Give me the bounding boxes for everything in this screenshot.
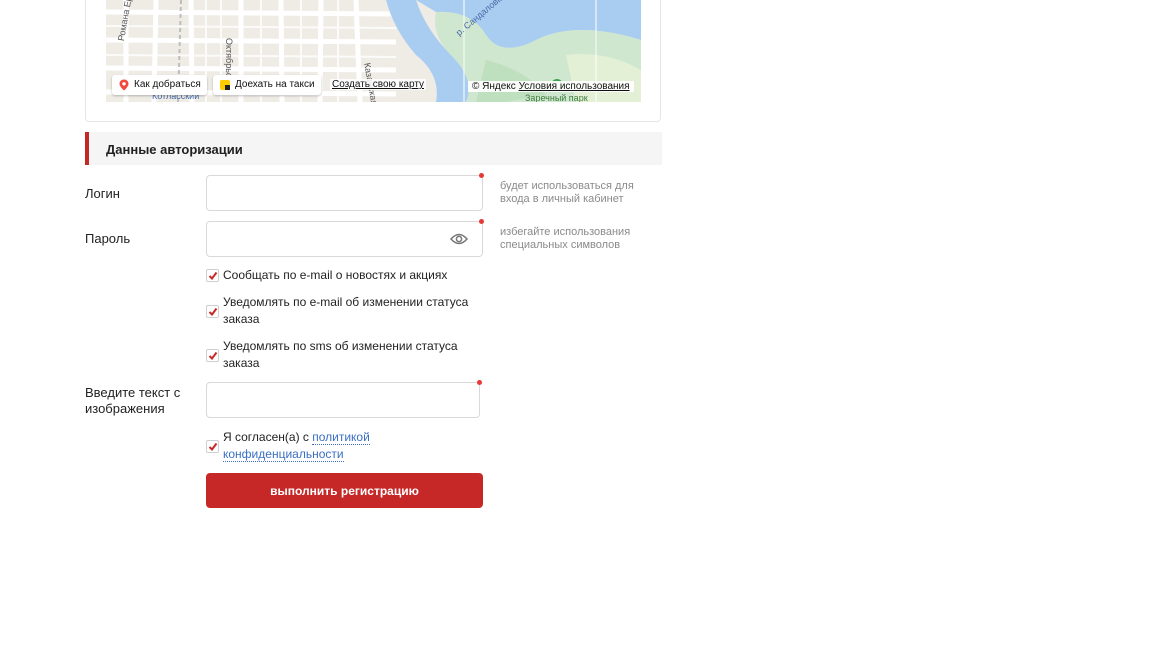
location-pin-icon: [119, 79, 129, 91]
route-button-label: Как добраться: [134, 79, 201, 90]
login-label: Логин: [85, 186, 120, 201]
password-hint: избегайте использования специальных симв…: [500, 226, 631, 251]
checkmark-icon: [208, 351, 218, 361]
login-hint: будет использоваться для входа в личный …: [500, 180, 634, 205]
terms-link[interactable]: Условия использования: [519, 81, 630, 92]
create-map-link[interactable]: Создать свою карту: [330, 79, 427, 90]
email-status-checkbox-label[interactable]: Уведомлять по e-mail об изменении статус…: [223, 294, 483, 328]
taxi-button-label: Доехать на такси: [235, 79, 315, 90]
taxi-icon: [220, 80, 230, 90]
auth-section-header: Данные авторизации: [85, 132, 662, 165]
news-checkbox[interactable]: [206, 269, 219, 282]
map-copyright: © Яндекс Условия использования: [468, 81, 634, 92]
agree-checkbox[interactable]: [206, 440, 219, 453]
checkmark-icon: [208, 307, 218, 317]
route-button[interactable]: Как добраться: [112, 75, 207, 95]
map-street-label: Заречный парк: [525, 93, 588, 102]
password-input[interactable]: [206, 221, 483, 257]
email-status-checkbox[interactable]: [206, 305, 219, 318]
required-indicator: [479, 219, 484, 224]
sms-status-checkbox-label[interactable]: Уведомлять по sms об изменении статуса з…: [223, 338, 483, 372]
show-password-icon[interactable]: [450, 232, 468, 246]
checkmark-icon: [208, 442, 218, 452]
section-title: Данные авторизации: [106, 142, 243, 157]
required-indicator: [477, 380, 482, 385]
password-label: Пароль: [85, 231, 131, 246]
required-indicator: [479, 173, 484, 178]
captcha-input[interactable]: [206, 382, 480, 418]
taxi-button[interactable]: Доехать на такси: [213, 75, 321, 95]
agree-prefix: Я согласен(а) с: [223, 430, 313, 444]
agree-text: Я согласен(а) с политикой конфиденциальн…: [223, 429, 393, 463]
checkmark-icon: [208, 271, 218, 281]
captcha-label: Введите текст с изображения: [85, 385, 181, 416]
yandex-map[interactable]: Романа Ердякова Октябрьская Котласский З…: [106, 0, 641, 102]
copyright-text: © Яндекс: [472, 81, 516, 92]
news-checkbox-label[interactable]: Сообщать по e-mail о новостях и акциях: [223, 267, 483, 284]
login-input[interactable]: [206, 175, 483, 211]
sms-status-checkbox[interactable]: [206, 349, 219, 362]
register-button[interactable]: выполнить регистрацию: [206, 473, 483, 508]
